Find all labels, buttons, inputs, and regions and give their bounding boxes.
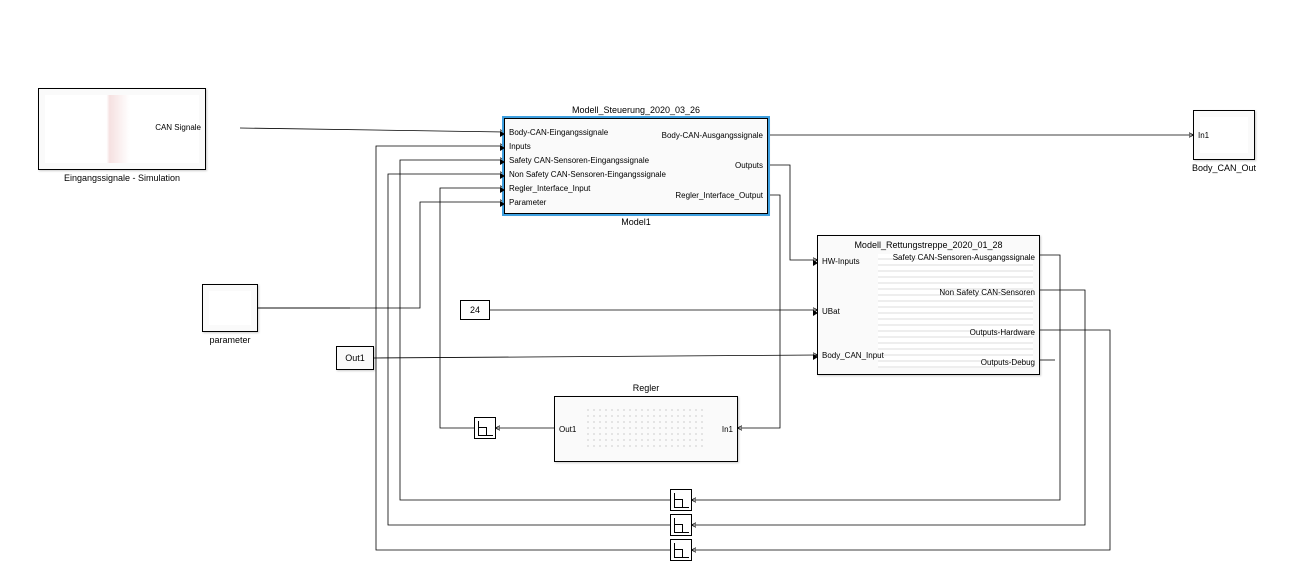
model1-in-6: Parameter	[509, 198, 546, 207]
constant-value: 24	[470, 305, 480, 315]
block-out1-tag[interactable]: Out1	[336, 346, 374, 370]
model1-label: Model1	[621, 217, 651, 227]
model1-in-4: Non Safety CAN-Sensoren-Eingangssignale	[509, 170, 666, 179]
model1-out-2: Outputs	[735, 161, 763, 170]
model2-title: Modell_Rettungstreppe_2020_01_28	[854, 240, 1002, 250]
model1-in-5: Regler_Interface_Input	[509, 184, 590, 193]
model1-out-1: Body-CAN-Ausgangssignale	[662, 131, 763, 140]
block-body-can-out[interactable]: In1 Body_CAN_Out	[1193, 110, 1255, 160]
model2-out-4: Outputs-Debug	[981, 358, 1035, 367]
model2-in-3: Body_CAN_Input	[822, 351, 884, 360]
block-label: parameter	[209, 335, 250, 345]
memory-icon	[674, 543, 689, 558]
bodycanout-in-port: In1	[1198, 131, 1209, 140]
memory-block-1[interactable]	[670, 489, 692, 511]
block-label: Eingangssignale - Simulation	[64, 173, 180, 183]
model2-in-2: UBat	[822, 307, 840, 316]
model2-in-1: HW-Inputs	[822, 257, 860, 266]
thumbnail-preview	[209, 291, 251, 325]
regler-out-port: Out1	[559, 425, 576, 434]
signal-lines	[0, 0, 1300, 574]
model1-in-1: Body-CAN-Eingangssignale	[509, 128, 608, 137]
memory-block-regler[interactable]	[474, 417, 496, 439]
memory-block-2[interactable]	[670, 514, 692, 536]
out-port-can-signale: CAN Signale	[155, 123, 201, 132]
memory-block-3[interactable]	[670, 539, 692, 561]
model1-in-2: Inputs	[509, 142, 531, 151]
model2-out-3: Outputs-Hardware	[970, 328, 1035, 337]
block-model2-rettungstreppe[interactable]: Modell_Rettungstreppe_2020_01_28 HW-Inpu…	[817, 235, 1040, 375]
thumbnail-preview	[878, 254, 1033, 368]
model1-out-3: Regler_Interface_Output	[675, 191, 763, 200]
thumbnail-preview	[585, 407, 707, 451]
model2-out-2: Non Safety CAN-Sensoren	[939, 288, 1035, 297]
memory-icon	[478, 421, 493, 436]
model1-in-3: Safety CAN-Sensoren-Eingangssignale	[509, 156, 649, 165]
regler-title: Regler	[633, 383, 660, 393]
memory-icon	[674, 493, 689, 508]
block-regler[interactable]: Regler Out1 In1	[554, 396, 738, 462]
out1-label: Out1	[345, 353, 365, 363]
block-eingangssignale-simulation[interactable]: CAN Signale Eingangssignale - Simulation	[38, 88, 206, 170]
model2-out-1: Safety CAN-Sensoren-Ausgangssignale	[893, 253, 1035, 262]
memory-icon	[674, 518, 689, 533]
block-constant-24[interactable]: 24	[460, 300, 490, 320]
model1-title: Modell_Steuerung_2020_03_26	[572, 105, 700, 115]
block-model1[interactable]: Modell_Steuerung_2020_03_26 Model1 Body-…	[504, 118, 768, 214]
regler-in-port: In1	[722, 425, 733, 434]
block-parameter[interactable]: parameter	[202, 284, 258, 332]
block-label: Body_CAN_Out	[1192, 163, 1256, 173]
